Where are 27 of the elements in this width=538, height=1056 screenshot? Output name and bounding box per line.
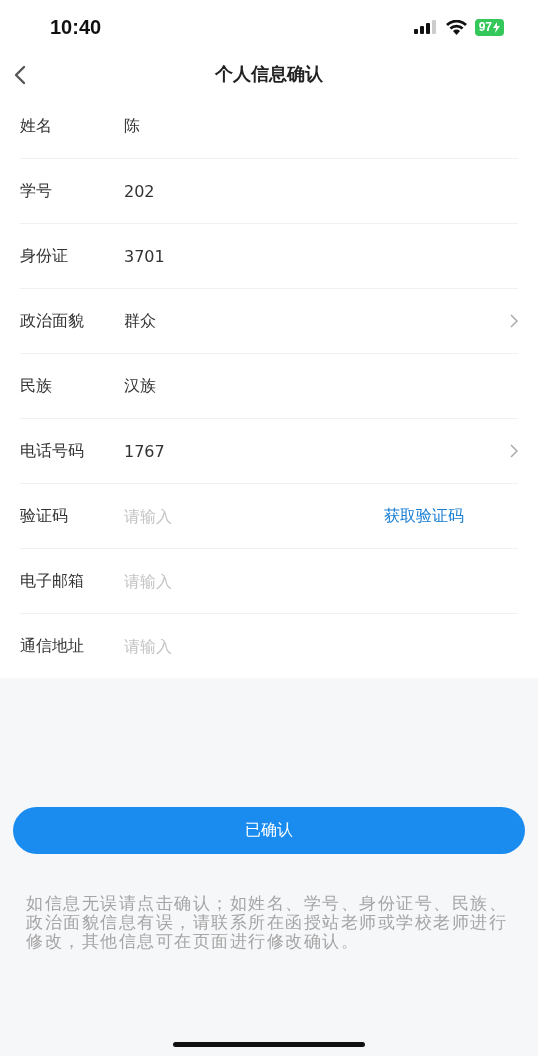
field-label: 姓名 [20, 115, 53, 137]
field-value: 群众 [124, 310, 157, 332]
field-label: 通信地址 [20, 635, 85, 657]
field-value: 1767 [124, 441, 166, 461]
get-code-link[interactable]: 获取验证码 [384, 505, 464, 527]
confirm-button[interactable]: 已确认 [13, 807, 525, 854]
field-label: 电话号码 [20, 440, 85, 462]
field-label: 学号 [20, 180, 53, 202]
input-field[interactable]: 请输入 [124, 636, 284, 656]
notice-text: 如信息无误请点击确认；如姓名、学号、身份证号、民族、政治面貌信息有误，请联系所在函授站老师或学校老师进行修改，其他信息可在页面进行修改确认。 [26, 894, 508, 951]
field-label: 电子邮箱 [20, 570, 85, 592]
field-value: 陈 [124, 115, 141, 137]
field-value: 3701 [124, 246, 166, 266]
status-time: 10:40 [50, 15, 102, 39]
field-label: 验证码 [20, 505, 69, 527]
signal-icon [413, 20, 438, 34]
page-title: 个人信息确认 [215, 62, 323, 86]
field-label: 民族 [20, 375, 53, 397]
input-field[interactable]: 请输入 [124, 571, 284, 591]
back-button[interactable] [14, 64, 28, 86]
field-label: 身份证 [20, 245, 69, 267]
wifi-icon [445, 19, 467, 35]
battery-icon: 97 [474, 18, 504, 36]
field-value: 汉族 [124, 375, 157, 397]
field-value: 202 [124, 181, 156, 201]
input-field[interactable]: 请输入 [124, 506, 284, 526]
field-label: 政治面貌 [20, 310, 85, 332]
